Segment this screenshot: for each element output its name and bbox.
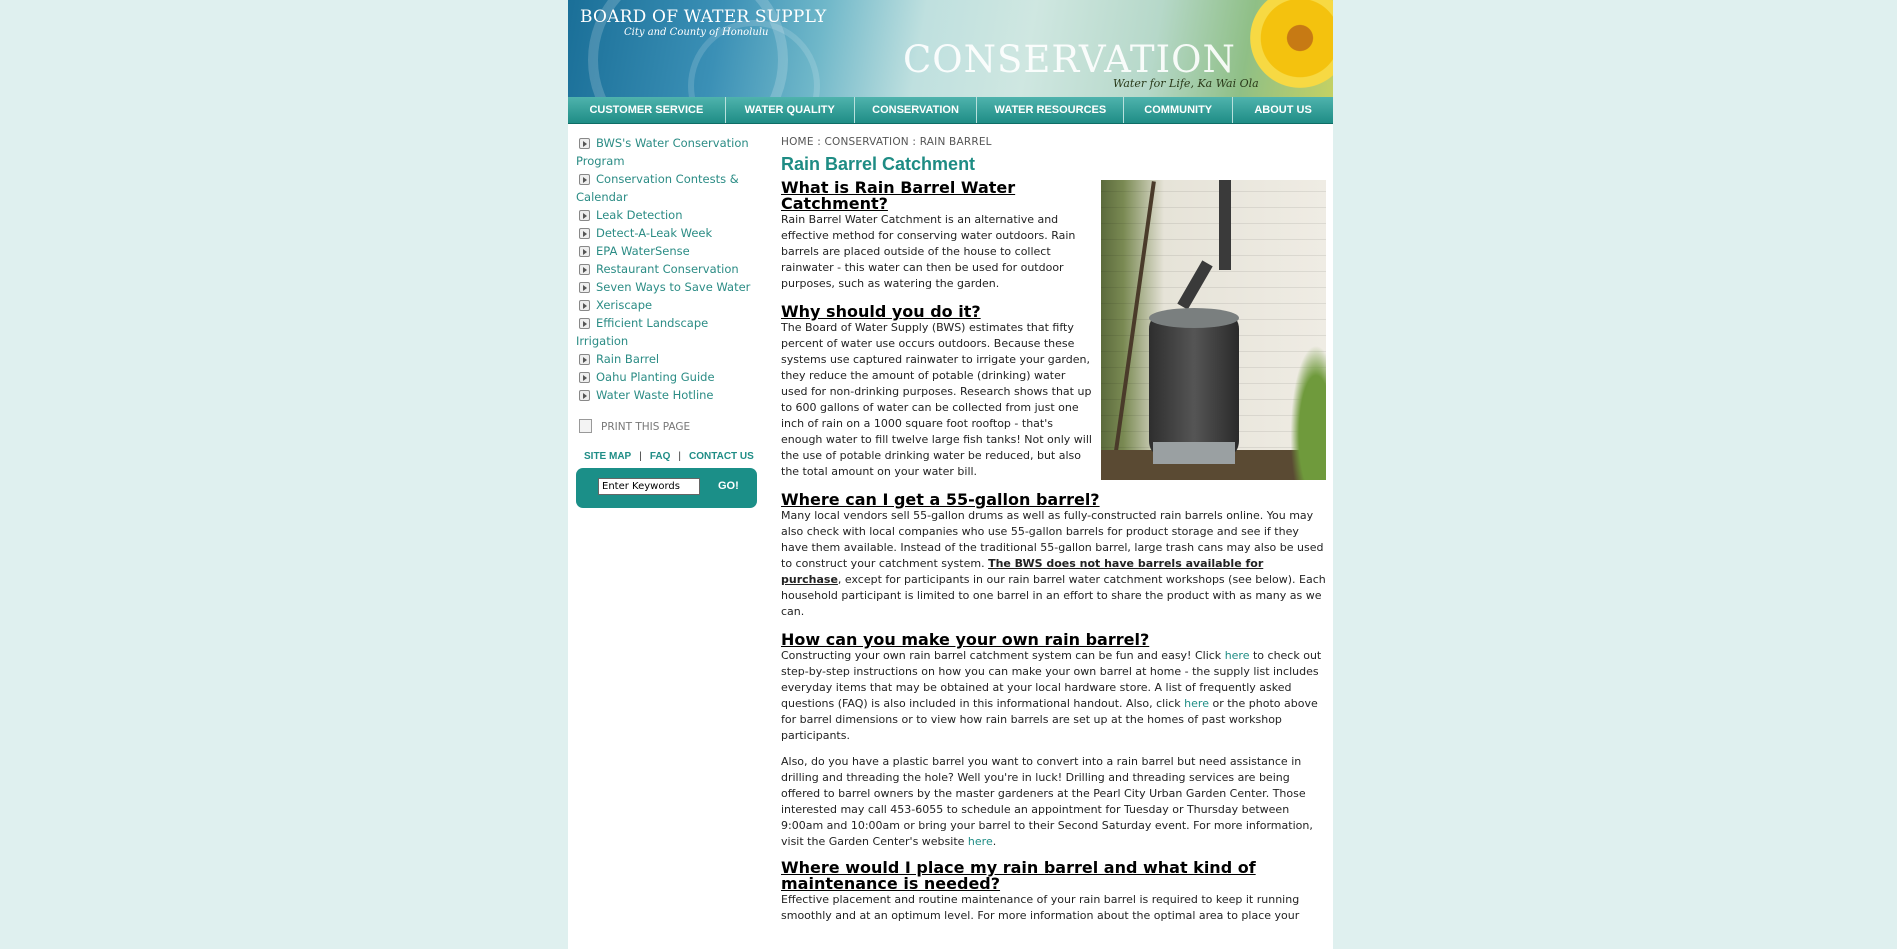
sidebar-item-restaurant-conservation[interactable]: Restaurant Conservation [576,260,761,278]
arrow-icon [579,210,590,221]
section-heading: How can you make your own rain barrel? [781,630,1150,649]
page-title: Rain Barrel Catchment [781,154,976,174]
section-body: Many local vendors sell 55-gallon drums … [781,509,1326,618]
breadcrumb-home[interactable]: HOME [781,136,814,148]
arrow-icon [579,138,590,149]
nav-conservation[interactable]: CONSERVATION [855,97,978,123]
faq-link[interactable]: FAQ [650,451,671,462]
section-heading: Where can I get a 55-gallon barrel? [781,490,1100,509]
nav-about-us[interactable]: ABOUT US [1233,97,1333,123]
arrow-icon [579,354,590,365]
nav-community[interactable]: COMMUNITY [1124,97,1234,123]
sidebar-item-contests-calendar[interactable]: Conservation Contests & Calendar [576,170,761,206]
sidebar-item-rain-barrel[interactable]: Rain Barrel [576,350,761,368]
section-heading: Where would I place my rain barrel and w… [781,858,1256,893]
dimensions-here-link[interactable]: here [1184,697,1209,710]
arrow-icon [579,174,590,185]
arrow-icon [579,300,590,311]
header-banner: BOARD OF WATER SUPPLY City and County of… [568,0,1333,97]
search-input[interactable] [598,478,700,495]
logo-title: BOARD OF WATER SUPPLY [580,7,827,27]
section-body: Also, do you have a plastic barrel you w… [781,755,1313,848]
sidebar-menu: BWS's Water Conservation Program Conserv… [576,134,761,404]
sidebar-item-epa-watersense[interactable]: EPA WaterSense [576,242,761,260]
main-content: HOME : CONSERVATION : RAIN BARREL Rain B… [781,134,1326,936]
banner-section-title: CONSERVATION [903,38,1236,81]
search-box: GO! [576,468,757,508]
sidebar-item-detect-a-leak-week[interactable]: Detect-A-Leak Week [576,224,761,242]
sidebar-item-efficient-irrigation[interactable]: Efficient Landscape Irrigation [576,314,761,350]
print-label: PRINT THIS PAGE [601,421,691,433]
flower-graphic [1250,0,1333,88]
arrow-icon [579,372,590,383]
arrow-icon [579,228,590,239]
section-body: Effective placement and routine maintena… [781,893,1300,922]
arrow-icon [579,318,590,329]
page-container: BOARD OF WATER SUPPLY City and County of… [568,0,1333,949]
arrow-icon [579,264,590,275]
nav-water-resources[interactable]: WATER RESOURCES [977,97,1125,123]
breadcrumb-conservation[interactable]: CONSERVATION [824,136,908,148]
site-logo[interactable]: BOARD OF WATER SUPPLY City and County of… [580,7,830,38]
quick-links: SITE MAP | FAQ | CONTACT US [584,451,761,462]
sidebar-item-oahu-planting-guide[interactable]: Oahu Planting Guide [576,368,761,386]
breadcrumb-current: RAIN BARREL [919,136,992,148]
section-body: Constructing your own rain barrel catchm… [781,649,1322,742]
divider: | [678,451,682,462]
contact-us-link[interactable]: CONTACT US [689,451,754,462]
print-page-link[interactable]: PRINT THIS PAGE [576,419,761,433]
instructions-here-link[interactable]: here [1225,649,1250,662]
breadcrumb: HOME : CONSERVATION : RAIN BARREL [781,136,992,148]
sidebar-item-leak-detection[interactable]: Leak Detection [576,206,761,224]
rain-barrel-photo[interactable] [1101,180,1326,480]
arrow-icon [579,282,590,293]
sidebar-item-xeriscape[interactable]: Xeriscape [576,296,761,314]
arrow-icon [579,246,590,257]
main-navigation: CUSTOMER SERVICE WATER QUALITY CONSERVAT… [568,97,1333,124]
sidebar-item-water-conservation-program[interactable]: BWS's Water Conservation Program [576,134,761,170]
search-go-button[interactable]: GO! [718,480,739,492]
sidebar-item-seven-ways[interactable]: Seven Ways to Save Water [576,278,761,296]
garden-center-here-link[interactable]: here [968,835,993,848]
divider: | [639,451,642,462]
banner-tagline: Water for Life, Ka Wai Ola [1113,77,1259,90]
sidebar-item-water-waste-hotline[interactable]: Water Waste Hotline [576,386,761,404]
printer-icon [579,419,592,433]
site-map-link[interactable]: SITE MAP [584,451,631,462]
arrow-icon [579,390,590,401]
nav-customer-service[interactable]: CUSTOMER SERVICE [568,97,726,123]
nav-water-quality[interactable]: WATER QUALITY [726,97,855,123]
logo-subtitle: City and County of Honolulu [624,27,769,38]
sidebar: BWS's Water Conservation Program Conserv… [576,134,761,508]
